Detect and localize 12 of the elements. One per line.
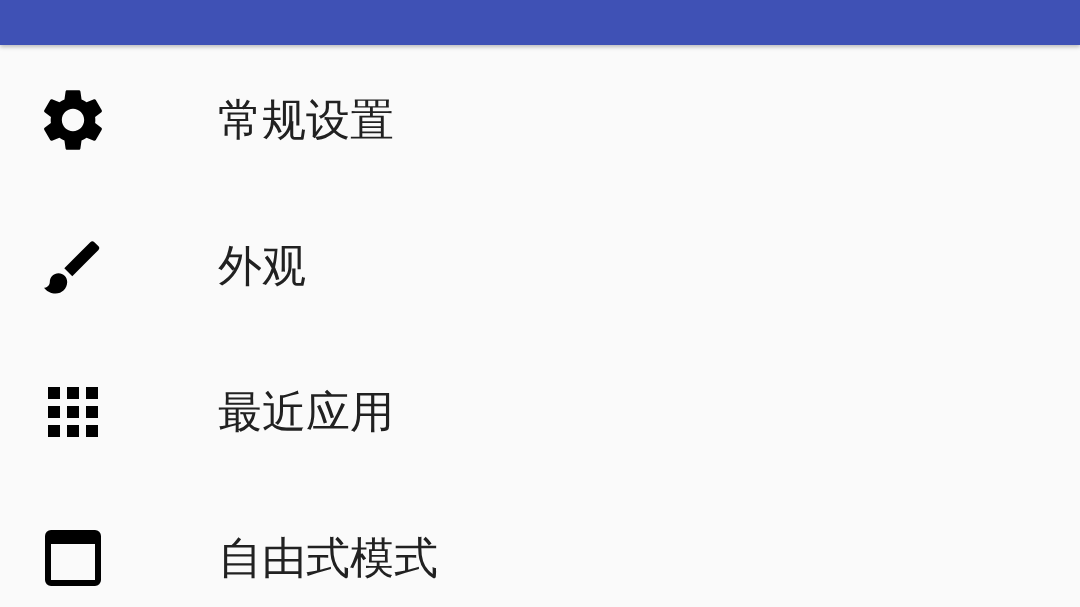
settings-icon: [41, 89, 104, 151]
window-icon: [44, 530, 101, 586]
item-label: 最近应用: [218, 384, 394, 439]
brush-icon: [43, 238, 102, 294]
settings-item[interactable]: 常规设置: [0, 47, 1080, 193]
settings-item[interactable]: 外观: [0, 193, 1080, 339]
item-label: 外观: [218, 238, 306, 293]
item-label: 自由式模式: [218, 530, 438, 585]
settings-item[interactable]: 自由式模式: [0, 485, 1080, 607]
item-label: 常规设置: [218, 92, 394, 147]
grid-icon: [47, 387, 98, 437]
settings-item[interactable]: 最近应用: [0, 339, 1080, 485]
